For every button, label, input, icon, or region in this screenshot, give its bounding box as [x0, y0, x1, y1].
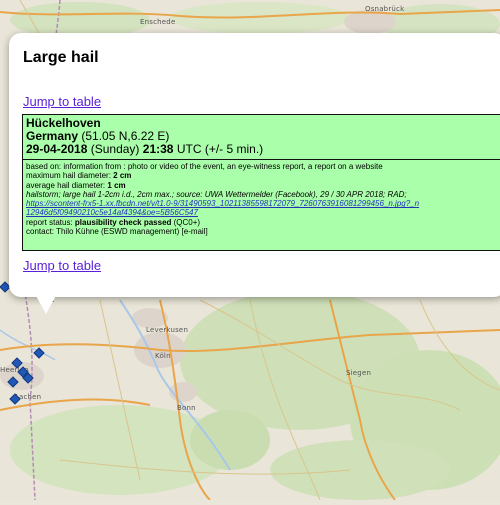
report-card: Hückelhoven Germany (51.05 N,6.22 E) 29-…: [22, 114, 500, 251]
map-label-bonn: Bonn: [177, 404, 196, 412]
source-url-link[interactable]: https://scontent-frx5-1.xx.fbcdn.net/v/t…: [26, 199, 419, 208]
max-hail-value: 2 cm: [113, 171, 132, 181]
jump-to-table-link-bottom[interactable]: Jump to table: [23, 258, 101, 273]
report-time: 21:38: [142, 142, 174, 156]
popup-title: Large hail: [23, 49, 99, 66]
report-description: hailstorm; large hail 1-2cm i.d., 2cm ma…: [26, 189, 407, 199]
max-hail-label: maximum hail diameter:: [26, 171, 114, 181]
report-status-code: (QC0+): [173, 217, 201, 227]
map-label-leverkusen: Leverkusen: [146, 326, 189, 334]
report-contact: contact: Thilo Kühne (ESWD management) […: [26, 227, 208, 237]
map-label-koeln: Köln: [155, 352, 171, 360]
report-status-label: report status:: [26, 217, 75, 227]
report-based-on: based on: information from : photo or vi…: [26, 162, 383, 171]
report-details: based on: information from : photo or vi…: [23, 160, 500, 238]
report-date: 29-04-2018: [26, 142, 88, 156]
popup-pointer: [34, 292, 58, 314]
jump-to-table-link-top[interactable]: Jump to table: [23, 94, 101, 109]
avg-hail-value: 1 cm: [107, 180, 126, 190]
report-weekday: (Sunday): [90, 142, 140, 156]
avg-hail-label: average hail diameter:: [26, 180, 108, 190]
report-country: Germany: [26, 129, 79, 143]
report-header: Hückelhoven Germany (51.05 N,6.22 E) 29-…: [23, 115, 500, 160]
map-label-siegen: Siegen: [346, 369, 372, 377]
report-status-value: plausibility check passed: [74, 217, 172, 227]
report-coordinates: (51.05 N,6.22 E): [81, 129, 170, 143]
map-label-enschede: Enschede: [140, 18, 176, 26]
source-url-link-continued[interactable]: 12946d5f09490210c5e14af4394&oe=5B56C547: [26, 208, 198, 217]
map-label-osnabrueck: Osnabrück: [365, 5, 405, 13]
report-time-suffix: UTC (+/- 5 min.): [176, 142, 264, 156]
